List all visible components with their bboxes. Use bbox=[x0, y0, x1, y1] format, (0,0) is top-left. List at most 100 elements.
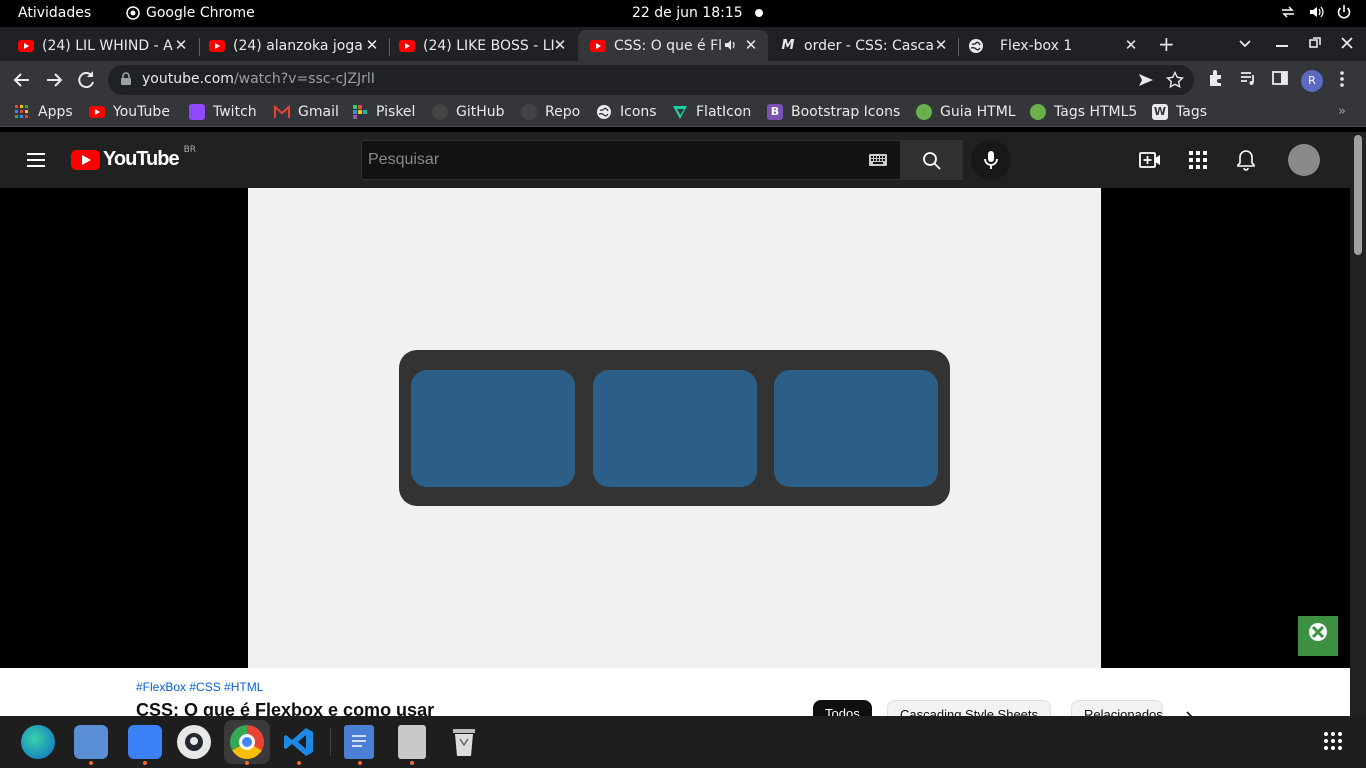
media-controls-icon[interactable] bbox=[1239, 69, 1257, 87]
country-code: BR bbox=[183, 144, 197, 155]
files-icon[interactable] bbox=[74, 725, 108, 759]
youtube-logo[interactable]: YouTube BR bbox=[71, 144, 197, 171]
bookmark-tags-html5[interactable]: Tags HTML5 bbox=[1030, 104, 1137, 120]
app-menu[interactable]: Google Chrome bbox=[126, 5, 255, 21]
bookmark-label: Repo bbox=[545, 104, 581, 120]
vscode-icon[interactable] bbox=[282, 725, 316, 759]
channel-watermark[interactable] bbox=[1298, 616, 1338, 656]
search-box[interactable] bbox=[361, 140, 901, 180]
bookmark-youtube[interactable]: YouTube bbox=[89, 104, 170, 120]
send-to-device-icon[interactable] bbox=[1138, 72, 1154, 88]
bookmark-label: GitHub bbox=[456, 104, 505, 120]
bookmark-label: Apps bbox=[38, 104, 73, 120]
lock-icon[interactable] bbox=[120, 72, 132, 86]
bookmark-repo[interactable]: Repo bbox=[521, 104, 580, 120]
youtube-wordmark: YouTube bbox=[103, 148, 180, 170]
bookmark-github[interactable]: GitHub bbox=[432, 104, 505, 120]
address-bar[interactable]: youtube.com/watch?v=ssc-cJZJrlI bbox=[108, 65, 1194, 95]
create-video-icon[interactable] bbox=[1139, 150, 1161, 170]
bootstrap-icon: B bbox=[767, 104, 783, 120]
tab-mdn-order[interactable]: M order - CSS: Cascac ✕ bbox=[768, 30, 958, 61]
bookmark-star-icon[interactable] bbox=[1166, 71, 1184, 89]
clock[interactable]: 22 de jun 18:15 bbox=[632, 5, 743, 21]
apps-grid-icon[interactable] bbox=[1189, 151, 1207, 169]
bookmark-guia-html[interactable]: Guia HTML bbox=[916, 104, 1016, 120]
bookmark-label: Icons bbox=[620, 104, 657, 120]
scrollbar-thumb[interactable] bbox=[1354, 135, 1362, 255]
close-tab-icon[interactable]: ✕ bbox=[932, 36, 950, 54]
bookmark-flaticon[interactable]: FlatIcon bbox=[672, 104, 751, 120]
video-player[interactable] bbox=[248, 188, 1101, 668]
keyboard-icon[interactable] bbox=[868, 153, 888, 167]
tab-search-chevron-icon[interactable] bbox=[1238, 38, 1252, 50]
w3-icon: W bbox=[1152, 104, 1168, 120]
chip-cascading-style-sheets[interactable]: Cascading Style Sheets bbox=[887, 700, 1052, 716]
bookmark-twitch[interactable]: Twitch bbox=[189, 104, 257, 120]
search-input[interactable] bbox=[368, 149, 848, 171]
chrome-icon[interactable] bbox=[230, 725, 264, 759]
tab-strip: (24) LIL WHIND - A ✕ (24) alanzoka joga … bbox=[0, 27, 1366, 61]
restore-icon[interactable] bbox=[1309, 37, 1321, 49]
activities-button[interactable]: Atividades bbox=[18, 5, 91, 21]
document-viewer-icon[interactable] bbox=[398, 725, 426, 759]
bookmark-label: Bootstrap Icons bbox=[791, 104, 901, 120]
vscode-logo-icon bbox=[284, 728, 313, 756]
hamburger-menu-icon[interactable] bbox=[26, 150, 46, 170]
new-tab-icon[interactable]: + bbox=[1158, 32, 1175, 56]
speaker-icon[interactable] bbox=[724, 38, 738, 52]
show-applications-icon[interactable] bbox=[1323, 731, 1343, 751]
forward-icon[interactable] bbox=[42, 68, 66, 92]
tab-css-flexbox[interactable]: CSS: O que é Fl ✕ bbox=[578, 30, 768, 61]
account-avatar[interactable] bbox=[1288, 144, 1320, 176]
close-tab-icon[interactable]: ✕ bbox=[172, 36, 190, 54]
github-icon bbox=[432, 104, 448, 120]
bookmark-gmail[interactable]: Gmail bbox=[274, 104, 339, 120]
search-button[interactable] bbox=[900, 140, 963, 180]
youtube-icon bbox=[209, 39, 225, 52]
minimize-icon[interactable] bbox=[1276, 45, 1288, 47]
close-tab-icon[interactable]: ✕ bbox=[363, 36, 381, 54]
tab-flex-box-1[interactable]: Flex-box 1 ✕ bbox=[958, 30, 1148, 61]
bookmark-piskel[interactable]: Piskel bbox=[352, 104, 415, 120]
reload-icon[interactable] bbox=[74, 68, 98, 92]
voice-search-button[interactable] bbox=[971, 140, 1011, 180]
chrome-menu-icon[interactable] bbox=[1338, 69, 1346, 89]
chip-relacionados[interactable]: Relacionados bbox=[1071, 700, 1163, 716]
close-window-icon[interactable] bbox=[1341, 37, 1353, 49]
extensions-icon[interactable] bbox=[1207, 69, 1225, 87]
flex-item-2 bbox=[593, 370, 757, 487]
more-bookmarks-icon[interactable]: » bbox=[1338, 104, 1346, 119]
chip-todos[interactable]: Todos bbox=[813, 700, 872, 716]
tab-like-boss[interactable]: (24) LIKE BOSS - LI ✕ bbox=[381, 30, 577, 61]
bookmark-tags[interactable]: W Tags bbox=[1152, 104, 1207, 120]
notifications-bell-icon[interactable] bbox=[1237, 149, 1255, 171]
flex-item-1 bbox=[411, 370, 575, 487]
store-icon[interactable] bbox=[128, 725, 162, 759]
system-top-bar: Atividades Google Chrome 22 de jun 18:15 bbox=[0, 0, 1366, 27]
system-tray[interactable] bbox=[1280, 4, 1352, 20]
url-text[interactable]: youtube.com/watch?v=ssc-cJZJrlI bbox=[142, 71, 375, 87]
bookmark-icons[interactable]: Icons bbox=[596, 104, 657, 120]
tab-alanzoka[interactable]: (24) alanzoka joga ✕ bbox=[191, 30, 389, 61]
youtube-icon bbox=[399, 39, 415, 52]
trash-icon[interactable] bbox=[450, 725, 478, 759]
close-tab-icon[interactable]: ✕ bbox=[551, 36, 569, 54]
side-panel-icon[interactable] bbox=[1271, 69, 1289, 87]
close-tab-icon[interactable]: ✕ bbox=[1122, 36, 1140, 54]
video-hashtags[interactable]: #FlexBox #CSS #HTML bbox=[136, 680, 263, 694]
text-editor-icon[interactable] bbox=[344, 725, 374, 759]
bookmark-label: Tags bbox=[1176, 104, 1207, 120]
tags-html5-icon bbox=[1030, 104, 1046, 120]
tab-lil-whind[interactable]: (24) LIL WHIND - A ✕ bbox=[0, 30, 198, 61]
browser-toolbar: youtube.com/watch?v=ssc-cJZJrlI R bbox=[0, 61, 1366, 99]
close-tab-icon[interactable]: ✕ bbox=[742, 36, 760, 54]
bookmark-bootstrap-icons[interactable]: B Bootstrap Icons bbox=[767, 104, 900, 120]
github-desktop-icon[interactable] bbox=[177, 725, 211, 759]
running-indicator bbox=[410, 761, 414, 765]
edge-icon[interactable] bbox=[21, 725, 55, 759]
profile-avatar[interactable]: R bbox=[1301, 70, 1323, 92]
chrome-center bbox=[239, 734, 255, 750]
bookmark-apps[interactable]: Apps bbox=[14, 104, 73, 120]
dock-separator bbox=[330, 728, 331, 756]
back-icon[interactable] bbox=[10, 68, 34, 92]
